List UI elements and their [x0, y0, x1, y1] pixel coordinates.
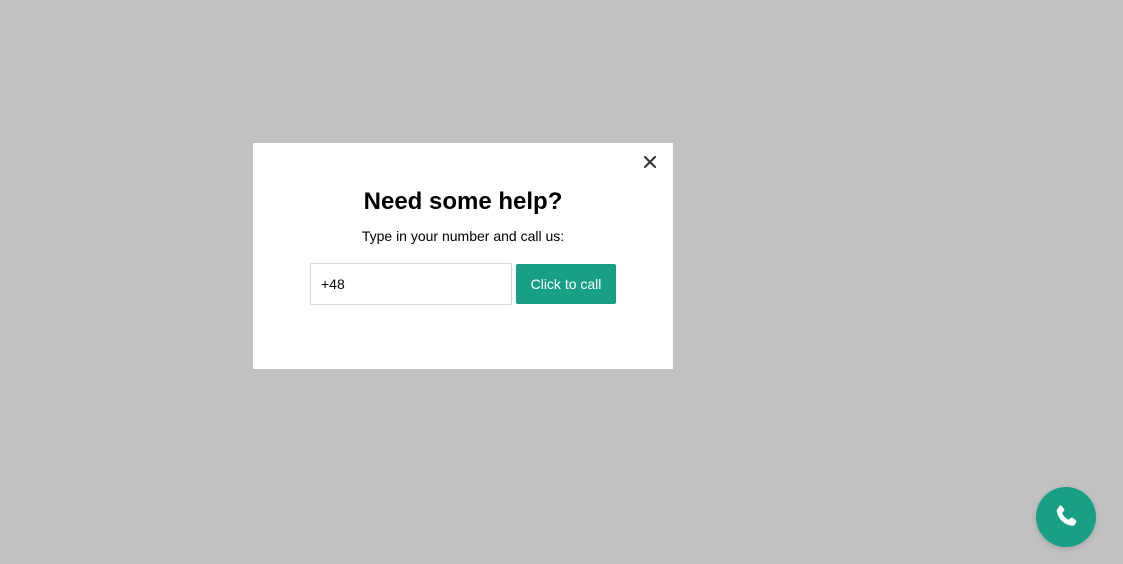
phone-number-input[interactable]	[310, 263, 512, 305]
modal-title: Need some help?	[363, 188, 563, 215]
click-to-call-button[interactable]: Click to call	[516, 264, 616, 304]
modal-subtitle: Type in your number and call us:	[361, 228, 565, 244]
close-button[interactable]	[639, 151, 661, 173]
call-floating-button[interactable]	[1036, 487, 1096, 547]
phone-icon	[1056, 505, 1077, 526]
page-overlay: Need some help? Type in your number and …	[0, 0, 1123, 564]
call-form: Click to call	[310, 263, 616, 305]
close-icon	[644, 156, 656, 168]
callback-modal: Need some help? Type in your number and …	[253, 143, 673, 369]
